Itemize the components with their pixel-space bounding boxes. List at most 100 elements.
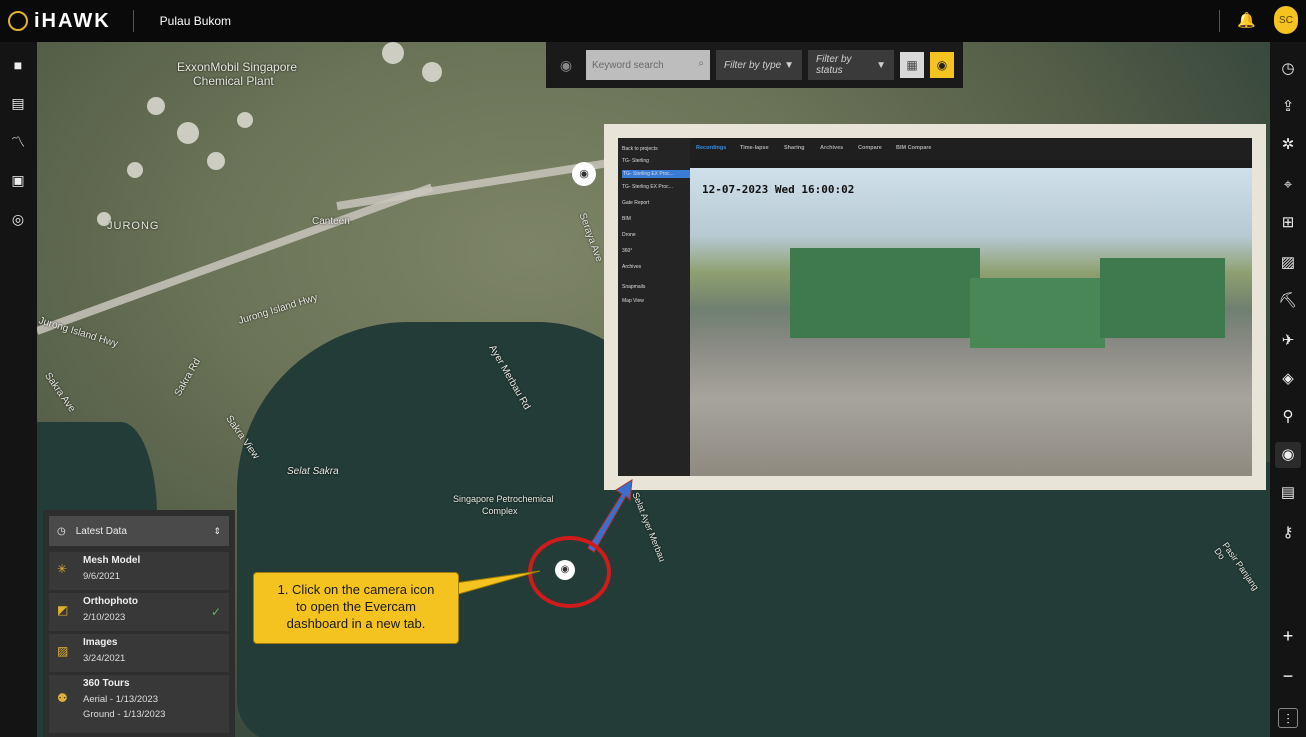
report-icon[interactable]: ▤: [9, 94, 27, 112]
callout-text: dashboard in a new tab.: [286, 616, 426, 631]
evercam-nav-item: TG- Sterling: [622, 158, 649, 164]
camera-icon[interactable]: ◉: [1275, 442, 1301, 468]
filter-label: Filter by type: [724, 59, 782, 71]
camera-view-button[interactable]: ◉: [930, 52, 954, 78]
tank: [207, 152, 225, 170]
map-label-canteen: Canteen: [312, 216, 350, 227]
layer-images[interactable]: ▨ Images 3/24/2021: [49, 634, 229, 672]
upload-icon[interactable]: ⇪: [1275, 94, 1301, 120]
evercam-nav-item: Drone: [622, 232, 636, 238]
evercam-nav-item: 360°: [622, 248, 633, 254]
tour-icon: ⚉: [57, 691, 68, 705]
layer-title: 360 Tours: [83, 678, 130, 689]
camera-snapshot: [690, 168, 1252, 476]
settings-sliders-icon[interactable]: ⫶: [1278, 708, 1298, 728]
bell-icon[interactable]: 🔔: [1237, 11, 1256, 29]
map-label-line: Chemical Plant: [193, 74, 274, 88]
tank: [382, 42, 404, 64]
divider: [132, 10, 134, 32]
layer-title: Mesh Model: [83, 555, 141, 566]
report-icon[interactable]: ▤: [1275, 480, 1301, 506]
mesh-icon: ✳: [57, 562, 68, 576]
map-label-line: ExxonMobil Singapore: [177, 60, 298, 74]
sort-icon: ⇕: [213, 525, 221, 536]
evercam-nav-item: TG- Sterling EX Proc...: [622, 170, 690, 178]
search-icon: ⌕: [698, 58, 704, 69]
evercam-nav-item: Map View: [622, 298, 644, 304]
left-rail: ■ ▤ 〽 ▣ ◎: [0, 42, 37, 737]
map-label-road: Jurong Island Hwy: [237, 292, 320, 327]
latest-data-dropdown[interactable]: ◷ Latest Data ⇕: [49, 516, 229, 546]
evercam-nav-item: Archives: [622, 264, 642, 270]
map-label-exxon: ExxonMobil Singapore Chemical Plant: [177, 60, 297, 88]
map-label-road: Jurong Island Hwy: [37, 315, 120, 350]
divider: [1219, 10, 1220, 32]
caret-down-icon: ▼: [876, 59, 886, 71]
images-icon: ▨: [57, 644, 69, 658]
map-label-road: Sakra Rd: [172, 356, 204, 399]
trend-icon[interactable]: 〽: [9, 133, 27, 151]
layer-date: 9/6/2021: [83, 571, 120, 582]
layer-date: 3/24/2021: [83, 653, 126, 664]
hawk-logo-icon: [8, 11, 28, 31]
network-icon[interactable]: ✲: [1275, 132, 1301, 158]
water-area: [597, 462, 1270, 737]
evercam-tab: Sharing: [784, 145, 805, 151]
callout-pointer: [455, 570, 541, 596]
key-icon[interactable]: ⚷: [1275, 520, 1301, 546]
layer-mesh-model[interactable]: ✳ Mesh Model 9/6/2021: [49, 552, 229, 590]
zoom-in-button[interactable]: +: [1278, 626, 1298, 646]
image-icon[interactable]: ▨: [1275, 250, 1301, 276]
grid-plan-icon[interactable]: ⊞: [1275, 210, 1301, 236]
map-label-jurong: JURONG: [107, 220, 160, 232]
map-camera-marker[interactable]: ◉: [572, 162, 596, 186]
keyword-search-input[interactable]: Keyword search ⌕: [586, 50, 710, 80]
caret-down-icon: ▼: [784, 59, 794, 71]
tank: [237, 112, 253, 128]
layer-title: Images: [83, 637, 118, 648]
zoom-out-button[interactable]: −: [1278, 666, 1298, 686]
layer-title: Orthophoto: [83, 596, 138, 607]
user-avatar[interactable]: SC: [1274, 6, 1298, 34]
road: [37, 183, 434, 335]
evercam-nav-item: BIM: [622, 216, 631, 222]
camera-timestamp: 12-07-2023 Wed 16:00:02: [702, 183, 855, 196]
project-name: Pulau Bukom: [159, 14, 232, 28]
tank: [422, 62, 442, 82]
compass-icon[interactable]: ◎: [9, 210, 27, 228]
building-roof: [790, 248, 980, 338]
camera-icon[interactable]: ◉: [552, 51, 580, 79]
orthophoto-icon: ◩: [57, 603, 69, 617]
evercam-screenshot: Back to projects TG- Sterling TG- Sterli…: [604, 124, 1266, 490]
layer-orthophoto[interactable]: ◩ Orthophoto 2/10/2023 ✓: [49, 593, 229, 631]
layer-date: Ground - 1/13/2023: [83, 709, 166, 720]
clipboard-icon[interactable]: ▣: [9, 171, 27, 189]
clock-icon: ◷: [57, 525, 66, 537]
top-bar: iHAWK Pulau Bukom 🔔 SC: [0, 0, 1306, 42]
grid-view-button[interactable]: ▦: [900, 52, 924, 78]
callout-text: to open the Evercam: [296, 599, 416, 614]
map-label-road: Sakra Ave: [42, 370, 78, 415]
drone-icon[interactable]: ✈: [1275, 328, 1301, 354]
map-pin-icon[interactable]: ⌖: [1275, 172, 1301, 198]
evercam-tabs: Recordings Time-lapse Sharing Archives C…: [690, 138, 1252, 160]
layer-360-tours[interactable]: ⚉ 360 Tours Aerial - 1/13/2023 Ground - …: [49, 675, 229, 733]
evercam-nav-item: Snapmails: [622, 284, 646, 290]
camera-toolbar: ◉ Keyword search ⌕ Filter by type ▼ Filt…: [546, 42, 963, 88]
machine-icon[interactable]: ⛏: [1275, 288, 1301, 314]
filter-by-status-dropdown[interactable]: Filter by status ▼: [808, 50, 894, 80]
filter-by-type-dropdown[interactable]: Filter by type ▼: [716, 50, 802, 80]
building-roof: [970, 278, 1105, 348]
instruction-callout: 1. Click on the camera icon to open the …: [253, 572, 459, 644]
evercam-nav-item: TG- Sterling EX Proc...: [622, 184, 673, 190]
briefcase-icon[interactable]: ■: [9, 56, 27, 74]
history-icon[interactable]: ◷: [1275, 56, 1301, 82]
checkmark-icon: ✓: [210, 605, 221, 619]
search-placeholder: Keyword search: [592, 59, 664, 71]
pin-icon[interactable]: ⚲: [1275, 404, 1301, 430]
layer-date: 2/10/2023: [83, 612, 126, 623]
app-logo[interactable]: iHAWK: [8, 10, 111, 33]
evercam-tab: Compare: [858, 145, 882, 151]
map-label-complex: Singapore Petrochemical: [453, 494, 554, 504]
layers-icon[interactable]: ◈: [1275, 366, 1301, 392]
